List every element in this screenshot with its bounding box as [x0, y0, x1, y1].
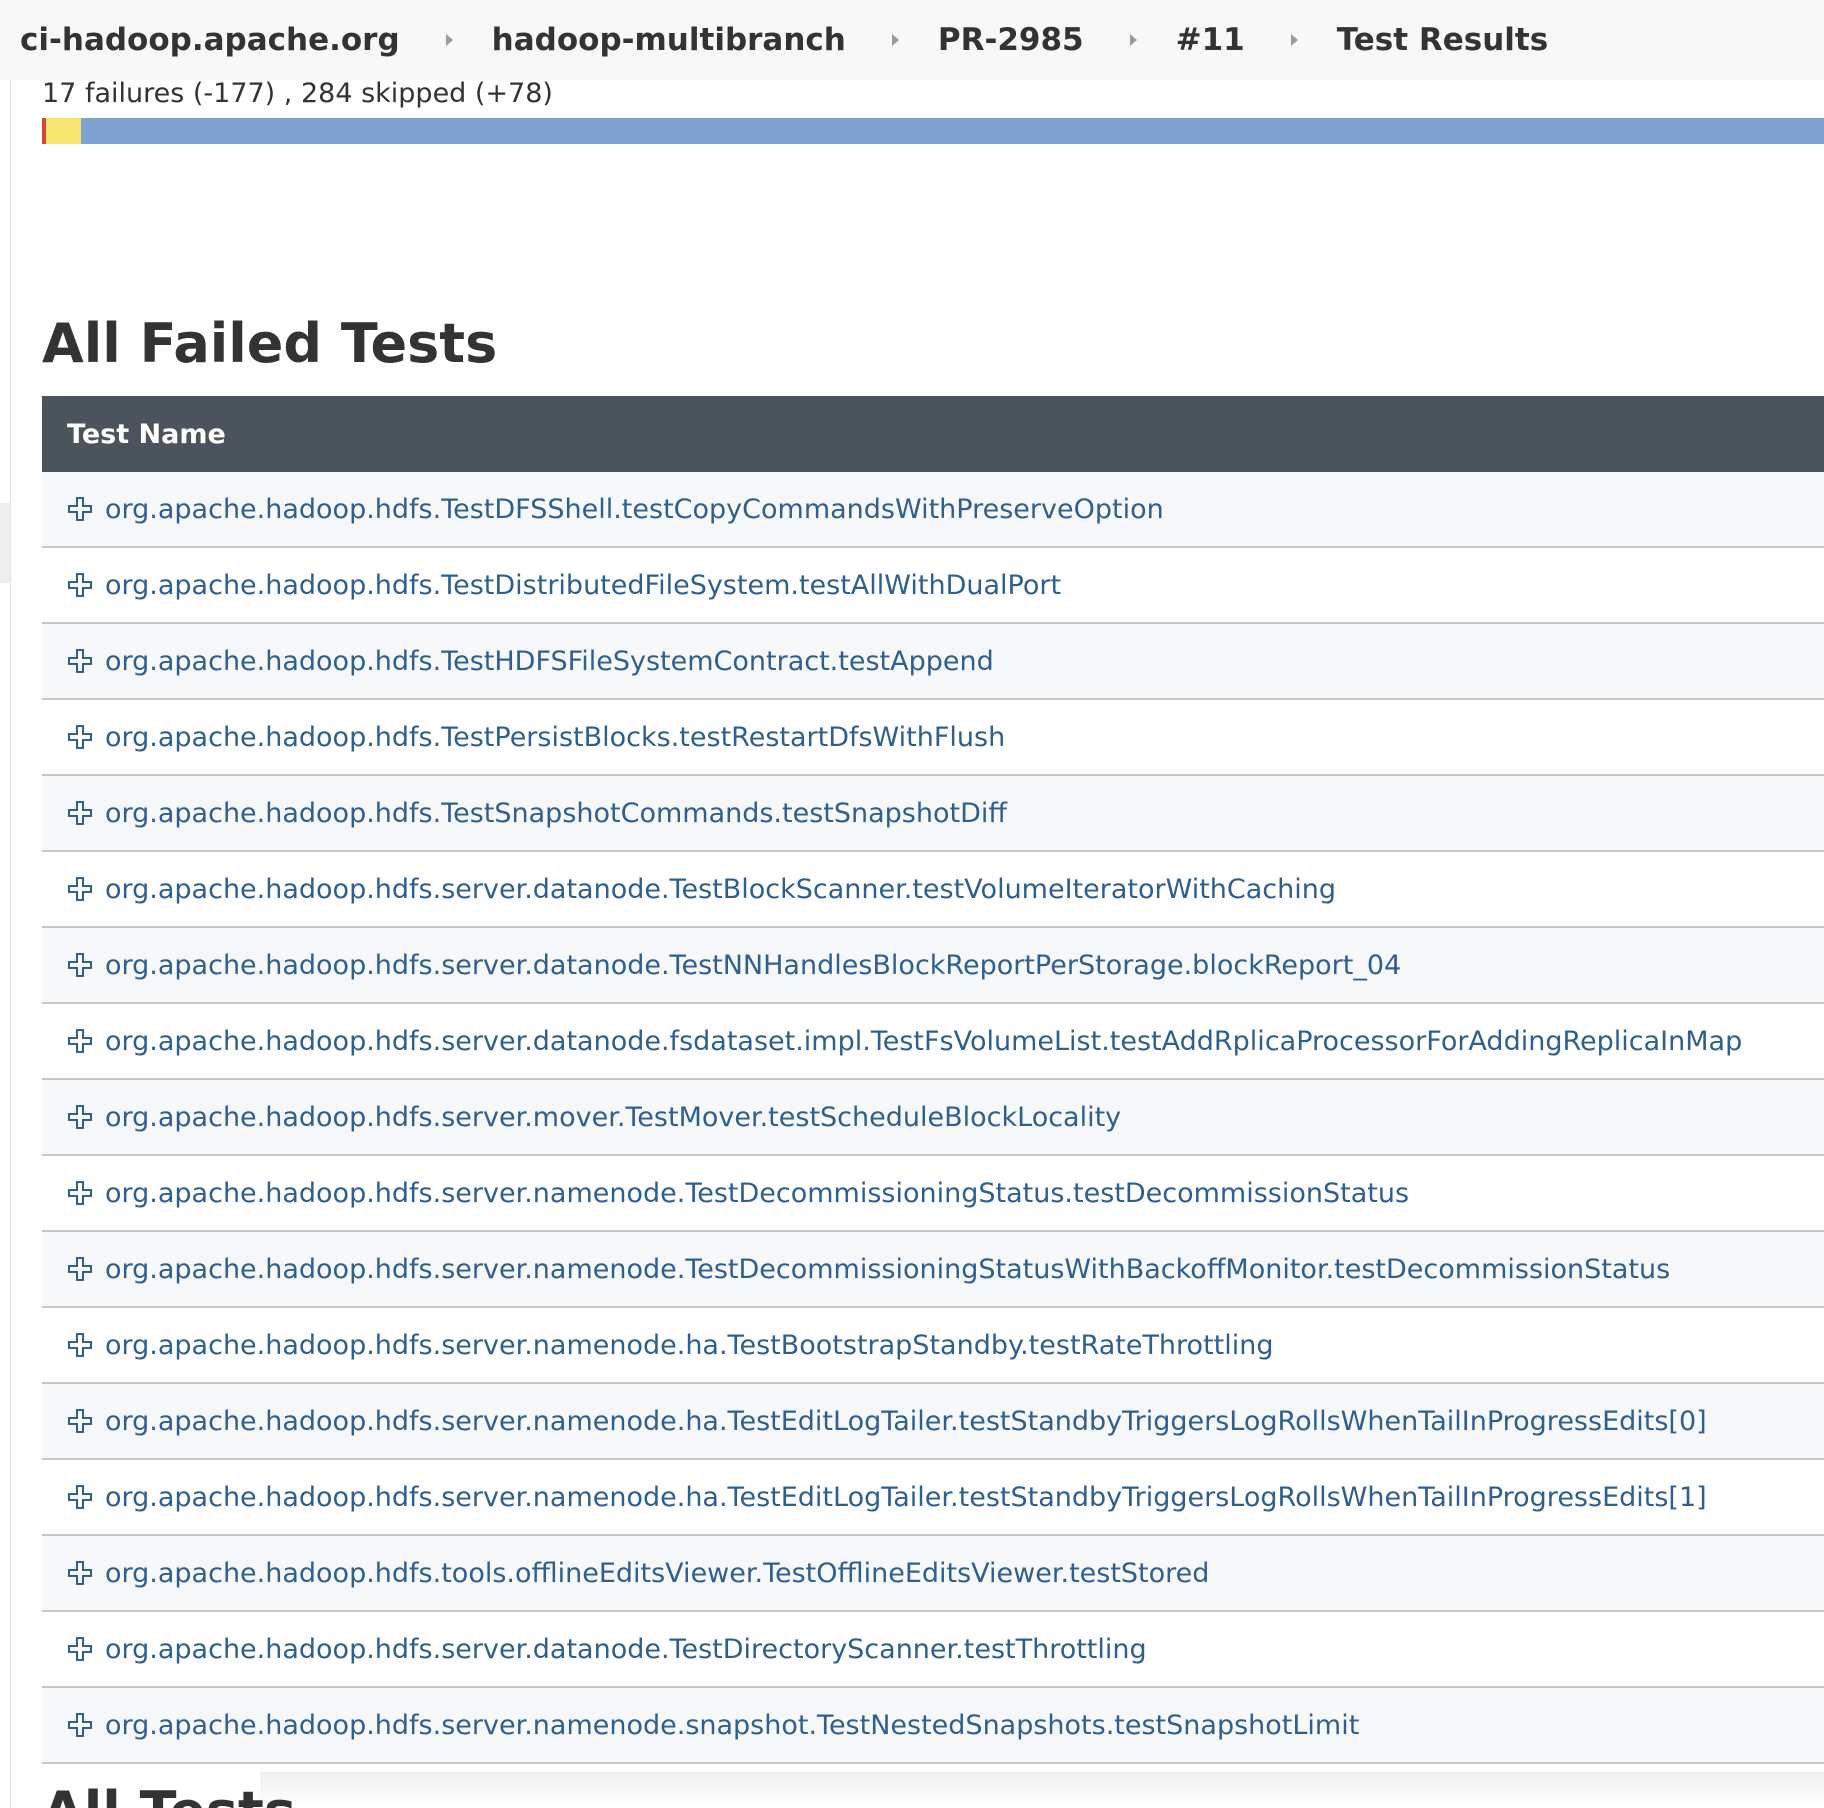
failed-test-link[interactable]: org.apache.hadoop.hdfs.server.namenode.h… — [105, 1406, 1707, 1437]
failed-test-link[interactable]: org.apache.hadoop.hdfs.TestDFSShell.test… — [105, 494, 1164, 525]
section-title-all-tests: All Tests — [42, 1780, 296, 1808]
failed-test-link[interactable]: org.apache.hadoop.hdfs.TestPersistBlocks… — [105, 722, 1005, 753]
plus-expand-icon[interactable] — [67, 572, 93, 598]
side-panel-tab[interactable] — [0, 503, 10, 583]
table-row: org.apache.hadoop.hdfs.TestDistributedFi… — [42, 548, 1824, 624]
test-result-bar — [42, 118, 1824, 144]
failed-tests-table: Test Name org.apache.hadoop.hdfs.TestDFS… — [42, 396, 1824, 1764]
plus-expand-icon[interactable] — [67, 648, 93, 674]
breadcrumb-item-job[interactable]: hadoop-multibranch — [492, 22, 846, 58]
table-row: org.apache.hadoop.hdfs.server.namenode.h… — [42, 1384, 1824, 1460]
table-row: org.apache.hadoop.hdfs.TestDFSShell.test… — [42, 472, 1824, 548]
chevron-right-icon[interactable] — [891, 34, 899, 46]
plus-expand-icon[interactable] — [67, 1484, 93, 1510]
side-panel-edge — [0, 80, 11, 1808]
breadcrumb: ci-hadoop.apache.org hadoop-multibranch … — [0, 0, 1824, 80]
passed-segment — [81, 118, 1824, 144]
failed-test-link[interactable]: org.apache.hadoop.hdfs.server.datanode.T… — [105, 874, 1336, 905]
plus-expand-icon[interactable] — [67, 1636, 93, 1662]
failed-test-link[interactable]: org.apache.hadoop.hdfs.TestDistributedFi… — [105, 570, 1061, 601]
plus-expand-icon[interactable] — [67, 1560, 93, 1586]
failed-test-link[interactable]: org.apache.hadoop.hdfs.server.datanode.T… — [105, 1634, 1147, 1665]
table-row: org.apache.hadoop.hdfs.TestHDFSFileSyste… — [42, 624, 1824, 700]
table-row: org.apache.hadoop.hdfs.server.namenode.T… — [42, 1156, 1824, 1232]
failed-test-link[interactable]: org.apache.hadoop.hdfs.TestSnapshotComma… — [105, 798, 1007, 829]
failed-test-link[interactable]: org.apache.hadoop.hdfs.TestHDFSFileSyste… — [105, 646, 994, 677]
breadcrumb-item-test-results[interactable]: Test Results — [1337, 22, 1548, 58]
table-body: org.apache.hadoop.hdfs.TestDFSShell.test… — [42, 472, 1824, 1764]
chevron-right-icon[interactable] — [1129, 34, 1137, 46]
failed-test-link[interactable]: org.apache.hadoop.hdfs.server.datanode.f… — [105, 1026, 1742, 1057]
table-row: org.apache.hadoop.hdfs.tools.offlineEdit… — [42, 1536, 1824, 1612]
test-summary: 17 failures (-177) , 284 skipped (+78) — [42, 78, 553, 109]
failed-test-link[interactable]: org.apache.hadoop.hdfs.server.namenode.T… — [105, 1254, 1670, 1285]
table-row: org.apache.hadoop.hdfs.server.datanode.f… — [42, 1004, 1824, 1080]
table-row: org.apache.hadoop.hdfs.server.datanode.T… — [42, 1612, 1824, 1688]
plus-expand-icon[interactable] — [67, 496, 93, 522]
chevron-right-icon[interactable] — [445, 34, 453, 46]
table-row: org.apache.hadoop.hdfs.server.datanode.T… — [42, 852, 1824, 928]
plus-expand-icon[interactable] — [67, 1712, 93, 1738]
column-header-test-name[interactable]: Test Name — [42, 396, 1824, 472]
breadcrumb-item-branch[interactable]: PR-2985 — [938, 22, 1084, 58]
plus-expand-icon[interactable] — [67, 800, 93, 826]
plus-expand-icon[interactable] — [67, 724, 93, 750]
failed-test-link[interactable]: org.apache.hadoop.hdfs.server.datanode.T… — [105, 950, 1401, 981]
plus-expand-icon[interactable] — [67, 1256, 93, 1282]
table-row: org.apache.hadoop.hdfs.server.namenode.h… — [42, 1308, 1824, 1384]
skipped-segment — [45, 118, 82, 144]
failed-test-link[interactable]: org.apache.hadoop.hdfs.server.namenode.h… — [105, 1482, 1707, 1513]
failed-test-link[interactable]: org.apache.hadoop.hdfs.tools.offlineEdit… — [105, 1558, 1209, 1589]
plus-expand-icon[interactable] — [67, 1028, 93, 1054]
breadcrumb-item-site[interactable]: ci-hadoop.apache.org — [20, 22, 400, 58]
plus-expand-icon[interactable] — [67, 1332, 93, 1358]
failed-test-link[interactable]: org.apache.hadoop.hdfs.server.mover.Test… — [105, 1102, 1121, 1133]
failed-test-link[interactable]: org.apache.hadoop.hdfs.server.namenode.h… — [105, 1330, 1274, 1361]
chevron-right-icon[interactable] — [1290, 34, 1298, 46]
table-row: org.apache.hadoop.hdfs.server.datanode.T… — [42, 928, 1824, 1004]
overlay-shadow — [260, 1772, 1824, 1808]
breadcrumb-item-build[interactable]: #11 — [1176, 22, 1245, 58]
plus-expand-icon[interactable] — [67, 952, 93, 978]
table-row: org.apache.hadoop.hdfs.server.mover.Test… — [42, 1080, 1824, 1156]
table-row: org.apache.hadoop.hdfs.server.namenode.h… — [42, 1460, 1824, 1536]
test-results-page: ci-hadoop.apache.org hadoop-multibranch … — [0, 0, 1824, 1808]
table-row: org.apache.hadoop.hdfs.server.namenode.s… — [42, 1688, 1824, 1764]
plus-expand-icon[interactable] — [67, 876, 93, 902]
table-row: org.apache.hadoop.hdfs.TestPersistBlocks… — [42, 700, 1824, 776]
failed-test-link[interactable]: org.apache.hadoop.hdfs.server.namenode.T… — [105, 1178, 1409, 1209]
table-row: org.apache.hadoop.hdfs.TestSnapshotComma… — [42, 776, 1824, 852]
failed-test-link[interactable]: org.apache.hadoop.hdfs.server.namenode.s… — [105, 1710, 1359, 1741]
section-title-failed-tests: All Failed Tests — [42, 312, 498, 375]
table-row: org.apache.hadoop.hdfs.server.namenode.T… — [42, 1232, 1824, 1308]
plus-expand-icon[interactable] — [67, 1104, 93, 1130]
plus-expand-icon[interactable] — [67, 1408, 93, 1434]
plus-expand-icon[interactable] — [67, 1180, 93, 1206]
